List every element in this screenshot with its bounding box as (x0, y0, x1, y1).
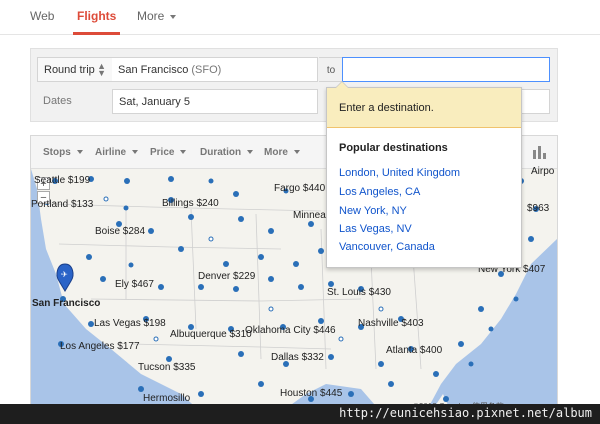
tab-flights[interactable]: Flights (72, 9, 121, 35)
map-label: Ely $467 (115, 279, 154, 290)
chevron-down-icon (293, 150, 300, 155)
filter-duration-label: Duration (200, 147, 242, 158)
map-label: Los Angeles $177 (60, 341, 140, 352)
destination-link-las-vegas[interactable]: Las Vegas, NV (339, 223, 412, 235)
filter-airline[interactable]: Airline (95, 147, 139, 158)
tab-web[interactable]: Web (30, 9, 54, 23)
chevron-down-icon (170, 14, 177, 19)
map-label: Portland $133 (31, 199, 94, 210)
return-date-input[interactable] (521, 89, 550, 114)
popup-arrow (335, 81, 349, 88)
depart-date-input[interactable]: Sat, January 5 (112, 89, 318, 114)
map-label: Nashville $403 (358, 318, 424, 329)
filter-duration[interactable]: Duration (200, 147, 254, 158)
trip-type-value: Round trip (44, 64, 95, 76)
chevron-down-icon (180, 150, 187, 155)
filter-more[interactable]: More (264, 147, 300, 158)
map-label: Atlanta $400 (386, 345, 443, 356)
filter-more-label: More (264, 147, 288, 158)
chevron-down-icon (247, 150, 254, 155)
origin-code: (SFO) (191, 64, 222, 76)
filter-price[interactable]: Price (150, 147, 187, 158)
watermark-bar: http://eunicehsiao.pixnet.net/album (0, 404, 600, 424)
destination-link-london[interactable]: London, United Kingdom (339, 167, 460, 179)
map-label: Billings $240 (162, 198, 219, 209)
map-label: Denver $229 (198, 271, 256, 282)
dates-label: Dates (43, 95, 72, 107)
map-label: Albuquerque $310 (170, 329, 252, 340)
map-label: Boise $284 (95, 226, 146, 237)
trip-type-select[interactable]: Round trip ▲ ▼ (37, 57, 113, 82)
map-label: Airpo (531, 166, 555, 177)
filter-stops-label: Stops (43, 147, 71, 158)
map-label: Dallas $332 (271, 352, 324, 363)
watermark-url: http://eunicehsiao.pixnet.net/album (339, 406, 592, 420)
chevron-down-icon (132, 150, 139, 155)
origin-label: San Francisco (32, 298, 101, 309)
top-nav: Web Flights More (0, 0, 600, 35)
map-label: Tucson $335 (138, 362, 196, 373)
map-label: Fargo $440 (274, 183, 326, 194)
destination-input[interactable] (342, 57, 550, 82)
filter-stops[interactable]: Stops (43, 147, 83, 158)
map-label: Seattle $199 (34, 175, 91, 186)
map-label: Houston $445 (280, 388, 343, 399)
destination-link-los-angeles[interactable]: Los Angeles, CA (339, 186, 420, 198)
tab-more[interactable]: More (137, 9, 177, 23)
updown-arrows-icon: ▲ ▼ (97, 61, 106, 78)
destination-suggestions: Enter a destination. Popular destination… (326, 81, 522, 268)
origin-city: San Francisco (118, 64, 189, 76)
map-label: Minnea (293, 210, 326, 221)
enter-destination-hint: Enter a destination. (327, 88, 521, 128)
to-label: to (319, 57, 343, 82)
chevron-down-icon (76, 150, 83, 155)
filter-airline-label: Airline (95, 147, 127, 158)
popular-destinations-heading: Popular destinations (339, 142, 448, 154)
tab-more-label: More (137, 9, 165, 23)
destination-link-new-york[interactable]: New York, NY (339, 205, 407, 217)
map-label: Hermosillo (143, 393, 191, 404)
destination-link-vancouver[interactable]: Vancouver, Canada (339, 241, 435, 253)
map-label: $963 (527, 203, 550, 214)
origin-input[interactable]: San Francisco (SFO) (112, 57, 318, 82)
bar-chart-icon[interactable] (533, 146, 547, 159)
map-label: Las Vegas $198 (94, 318, 166, 329)
map-label: Oklahoma City $446 (245, 325, 336, 336)
filter-price-label: Price (150, 147, 175, 158)
map-label: St. Louis $430 (327, 287, 391, 298)
